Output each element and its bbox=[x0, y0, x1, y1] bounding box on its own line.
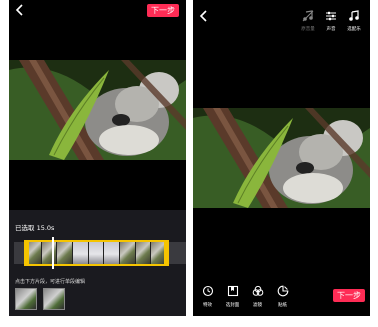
timeline-frame bbox=[88, 242, 105, 264]
chevron-left-icon[interactable] bbox=[13, 4, 27, 18]
sound-button[interactable]: 声音 bbox=[319, 10, 343, 32]
selected-duration-label: 已选取 15.0s bbox=[15, 224, 55, 232]
playhead[interactable] bbox=[52, 237, 54, 269]
video-preview bbox=[193, 108, 370, 208]
clip-thumbnail[interactable] bbox=[15, 288, 37, 310]
video-preview bbox=[9, 60, 186, 160]
bottom-toolbar: 特效 选封面 滤镜 贴纸 bbox=[199, 285, 291, 308]
timeline-frame bbox=[57, 242, 74, 264]
timer-icon bbox=[199, 285, 216, 300]
tool-label: 原音量 bbox=[301, 27, 315, 32]
timeline-frame bbox=[73, 242, 89, 264]
chevron-left-icon[interactable] bbox=[197, 10, 211, 24]
tool-label: 选配乐 bbox=[347, 27, 361, 32]
sticker-icon bbox=[274, 285, 291, 300]
tool-label: 滤镜 bbox=[253, 303, 262, 308]
clip-thumbnail[interactable] bbox=[43, 288, 65, 310]
trim-panel: 已选取 15.0s 点击下方片段，可进行单段编辑 bbox=[9, 210, 186, 316]
sticker-button[interactable]: 贴纸 bbox=[274, 285, 291, 308]
music-note-icon bbox=[342, 10, 366, 25]
clip-thumbnails bbox=[15, 288, 65, 310]
next-button[interactable]: 下一步 bbox=[333, 289, 365, 302]
select-cover-button[interactable]: 选封面 bbox=[224, 285, 241, 308]
timeline-frame bbox=[120, 242, 136, 264]
effects-button[interactable]: 特效 bbox=[199, 285, 216, 308]
timeline-frame bbox=[104, 242, 121, 264]
edit-tip-text: 点击下方片段，可进行单段编辑 bbox=[15, 279, 86, 285]
next-button[interactable]: 下一步 bbox=[147, 4, 179, 17]
trim-handle-left[interactable] bbox=[24, 240, 29, 266]
timeline-frame bbox=[41, 242, 58, 264]
tool-label: 特效 bbox=[203, 303, 212, 308]
music-off-icon bbox=[296, 10, 320, 25]
timeline-strip[interactable] bbox=[14, 237, 186, 269]
filter-button[interactable]: 滤镜 bbox=[249, 285, 266, 308]
timeline-frame bbox=[135, 242, 152, 264]
sliders-icon bbox=[319, 10, 343, 25]
tool-label: 选封面 bbox=[225, 303, 240, 308]
trim-selection[interactable] bbox=[24, 240, 169, 266]
bookmark-icon bbox=[224, 285, 241, 300]
left-phone-screen: 下一步 已选取 15.0s 点击下方片段，可进行单段编辑 bbox=[9, 0, 186, 316]
tool-label: 声音 bbox=[326, 27, 336, 32]
trim-handle-right[interactable] bbox=[164, 240, 169, 266]
tool-label: 贴纸 bbox=[278, 303, 287, 308]
right-phone-screen: 原音量 声音 选配乐 特效 选封面 滤镜 贴纸 下一步 bbox=[193, 0, 370, 316]
original-sound-button[interactable]: 原音量 bbox=[296, 10, 320, 32]
select-music-button[interactable]: 选配乐 bbox=[342, 10, 366, 32]
filter-circles-icon bbox=[249, 285, 266, 300]
